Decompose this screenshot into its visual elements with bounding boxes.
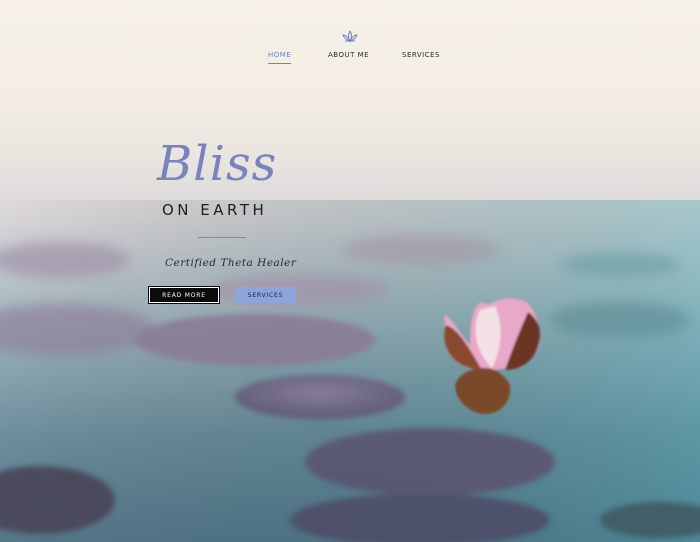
hero-divider [198,237,246,238]
nav-services-link[interactable]: SERVICES [402,51,440,59]
lotus-icon[interactable] [340,26,360,46]
top-navigation: HOME ABOUT ME SERVICES [0,0,700,80]
services-button[interactable]: SERVICES [235,287,296,303]
nav-about-me-link[interactable]: ABOUT ME [328,51,369,59]
hero-section: HOME ABOUT ME SERVICES Bliss ON EARTH Ce… [0,0,700,542]
hero-title-script: Bliss [157,136,278,192]
water-lily-background-image [0,200,700,542]
nav-home-link[interactable]: HOME [268,51,292,64]
hero-subtitle: ON EARTH [162,201,268,219]
hero-tagline: Certified Theta Healer [165,257,297,269]
read-more-button[interactable]: READ MORE [148,286,220,304]
